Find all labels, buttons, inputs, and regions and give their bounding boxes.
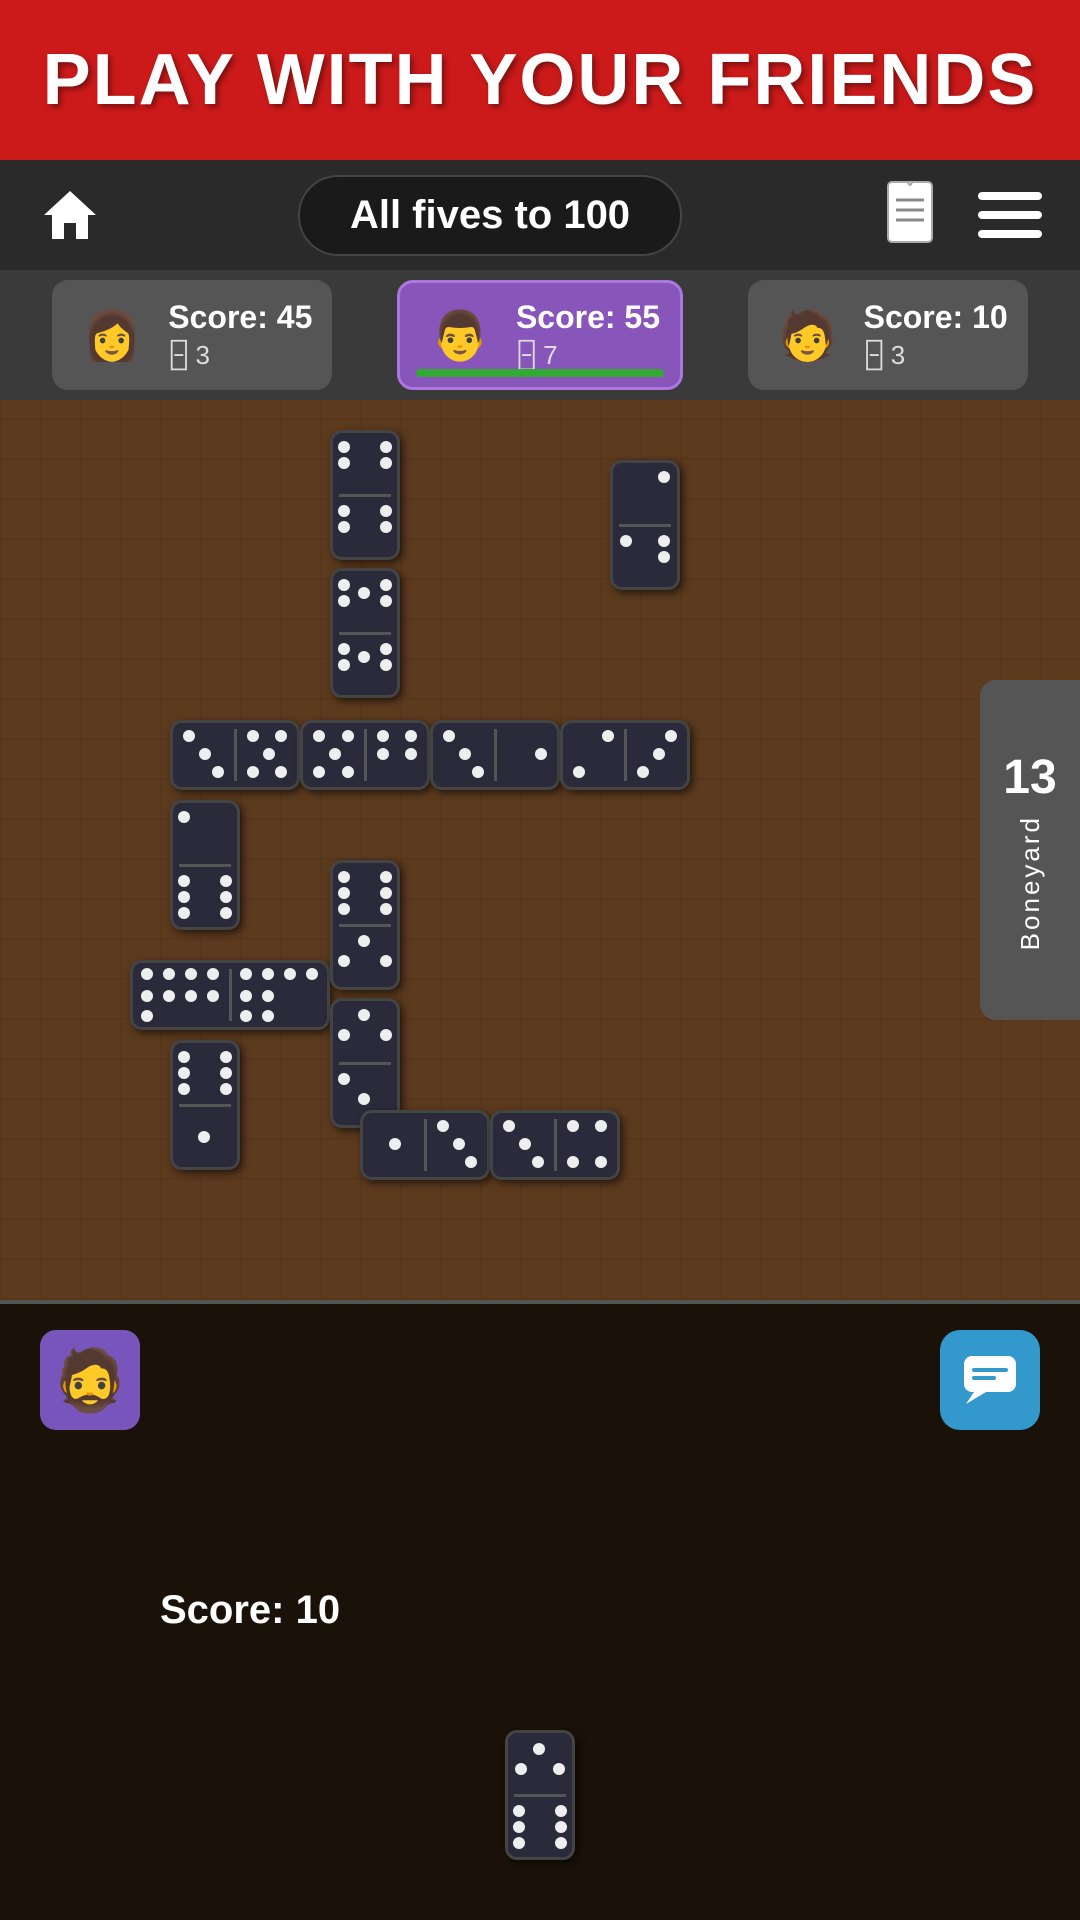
domino-12[interactable]: [330, 998, 400, 1128]
domino-11[interactable]: [330, 860, 400, 990]
game-title: All fives to 100: [350, 193, 630, 237]
top-nav: All fives to 100: [0, 160, 1080, 270]
player-tiles-3: 🁣 3: [864, 340, 1008, 371]
player-tiles-1: 🁣 3: [168, 340, 312, 371]
game-board: 13 Boneyard: [0, 400, 1080, 1300]
bottom-area: 🧔 Score: 10: [0, 1300, 1080, 1920]
hand-domino[interactable]: [505, 1730, 575, 1860]
player-tiles-2: 🁣 7: [516, 340, 660, 371]
chat-button[interactable]: [940, 1330, 1040, 1430]
domino-14[interactable]: [490, 1110, 620, 1180]
player-card-1: 👩 Score: 45 🁣 3: [52, 280, 332, 390]
avatar-3: 🧑: [768, 295, 848, 375]
player-score-2: Score: 55: [516, 299, 660, 336]
avatar-1: 👩: [72, 295, 152, 375]
home-button[interactable]: [30, 175, 110, 255]
domino-6[interactable]: [430, 720, 560, 790]
banner-text: PLAY WITH YOUR FRIENDS: [43, 39, 1038, 121]
player-score-1: Score: 45: [168, 299, 312, 336]
domino-5[interactable]: [300, 720, 430, 790]
player-info-1: Score: 45 🁣 3: [168, 299, 312, 371]
domino-7[interactable]: [560, 720, 690, 790]
domino-8[interactable]: [170, 800, 240, 930]
boneyard-button[interactable]: 13 Boneyard: [980, 680, 1080, 1020]
domino-3[interactable]: [610, 460, 680, 590]
game-title-box: All fives to 100: [298, 175, 682, 256]
domino-9[interactable]: [130, 960, 330, 1030]
domino-1[interactable]: [330, 430, 400, 560]
domino-4[interactable]: [170, 720, 300, 790]
scores-row: 👩 Score: 45 🁣 3 👨 Score: 55 🁣 7 🧑 Score:…: [0, 270, 1080, 400]
player-card-3: 🧑 Score: 10 🁣 3: [748, 280, 1028, 390]
bottom-separator: [0, 1300, 1080, 1304]
avatar-2: 👨: [420, 295, 500, 375]
domino-2[interactable]: [330, 568, 400, 698]
player-info-2: Score: 55 🁣 7: [516, 299, 660, 371]
banner: PLAY WITH YOUR FRIENDS: [0, 0, 1080, 160]
boneyard-label: Boneyard: [1015, 815, 1046, 950]
active-bar: [416, 369, 664, 377]
player-score-3: Score: 10: [864, 299, 1008, 336]
menu-button[interactable]: [970, 175, 1050, 255]
player-card-2: 👨 Score: 55 🁣 7: [397, 280, 683, 390]
bottom-player-score: Score: 10: [160, 1588, 340, 1633]
domino-13[interactable]: [360, 1110, 490, 1180]
boneyard-count: 13: [1003, 750, 1056, 805]
domino-10[interactable]: [170, 1040, 240, 1170]
player-info-3: Score: 10 🁣 3: [864, 299, 1008, 371]
scoreboard-button[interactable]: [870, 175, 950, 255]
bottom-player-avatar: 🧔: [40, 1330, 140, 1430]
